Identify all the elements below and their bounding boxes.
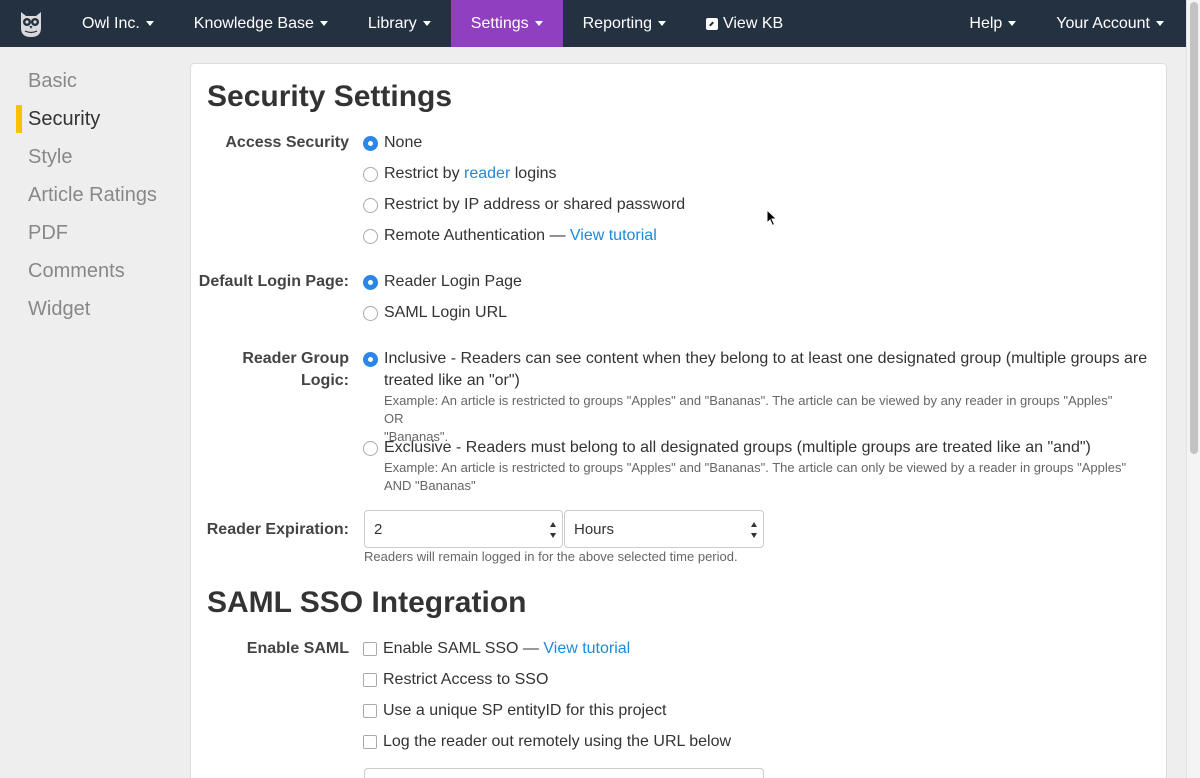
expiration-help-text: Readers will remain logged in for the ab…: [364, 549, 738, 564]
radio-icon[interactable]: [363, 229, 378, 244]
reader-link[interactable]: reader: [464, 165, 510, 182]
access-ip-option[interactable]: Restrict by IP address or shared passwor…: [363, 194, 685, 216]
nav-settings[interactable]: Settings: [450, 0, 563, 47]
caret-down-icon: [534, 21, 543, 26]
checkbox-icon[interactable]: [363, 735, 377, 749]
access-none-option[interactable]: None: [363, 132, 422, 154]
scrollbar-thumb[interactable]: [1190, 2, 1198, 454]
nav-your-account[interactable]: Your Account: [1036, 0, 1186, 47]
nav-owl-inc[interactable]: Owl Inc.: [62, 0, 174, 47]
sidebar-item-security[interactable]: Security: [0, 100, 180, 138]
radio-icon[interactable]: [363, 167, 378, 182]
saml-title: SAML SSO Integration: [207, 586, 527, 619]
enable-saml-option[interactable]: Enable SAML SSO — View tutorial: [363, 638, 630, 660]
saml-tutorial-link[interactable]: View tutorial: [543, 640, 630, 657]
expiration-unit-select[interactable]: Hours: [564, 510, 764, 548]
top-nav: Owl Inc. Knowledge Base Library Settings…: [0, 0, 1186, 47]
login-reader-option[interactable]: Reader Login Page: [363, 271, 522, 293]
nav-knowledge-base[interactable]: Knowledge Base: [174, 0, 348, 47]
checkbox-icon[interactable]: [363, 642, 377, 656]
nav-library[interactable]: Library: [348, 0, 451, 47]
owl-logo-icon[interactable]: [0, 0, 62, 47]
caret-down-icon: [1008, 21, 1017, 26]
caret-down-icon: [422, 21, 431, 26]
access-remote-option[interactable]: Remote Authentication — View tutorial: [363, 225, 657, 247]
group-exclusive-option[interactable]: Exclusive - Readers must belong to all d…: [363, 437, 1091, 459]
radio-checked-icon[interactable]: [363, 275, 378, 290]
radio-checked-icon[interactable]: [363, 136, 378, 151]
caret-down-icon: [1156, 21, 1164, 26]
access-security-label: Access Security: [225, 134, 349, 151]
external-link-icon: [705, 17, 718, 30]
sidebar-item-basic[interactable]: Basic: [0, 62, 180, 100]
unique-sp-option[interactable]: Use a unique SP entityID for this projec…: [363, 700, 666, 722]
checkbox-icon[interactable]: [363, 673, 377, 687]
mouse-cursor-icon: [766, 209, 778, 227]
access-reader-logins-option[interactable]: Restrict by reader logins: [363, 163, 557, 185]
security-settings-title: Security Settings: [207, 80, 453, 113]
nav-reporting[interactable]: Reporting: [563, 0, 686, 47]
caret-down-icon: [657, 21, 666, 26]
remote-logout-option[interactable]: Log the reader out remotely using the UR…: [363, 731, 731, 753]
select-arrows-icon: [550, 522, 557, 538]
enable-saml-label: Enable SAML: [246, 640, 349, 657]
sidebar-item-style[interactable]: Style: [0, 138, 180, 176]
radio-icon[interactable]: [363, 441, 378, 456]
sidebar-item-widget[interactable]: Widget: [0, 290, 180, 328]
caret-down-icon: [319, 21, 328, 26]
settings-sidebar: Basic Security Style Article Ratings PDF…: [0, 62, 180, 328]
exclusive-example: Example: An article is restricted to gro…: [384, 460, 1127, 493]
radio-icon[interactable]: [363, 198, 378, 213]
nav-help[interactable]: Help: [949, 0, 1036, 47]
expiration-value-select[interactable]: 2: [364, 510, 563, 548]
caret-down-icon: [145, 21, 154, 26]
group-inclusive-option[interactable]: Inclusive - Readers can see content when…: [363, 348, 1147, 392]
login-saml-option[interactable]: SAML Login URL: [363, 302, 507, 324]
page-scrollbar[interactable]: [1186, 0, 1200, 778]
group-logic-label: Reader Group Logic:: [242, 350, 349, 389]
logout-url-input[interactable]: [364, 768, 764, 778]
remote-tutorial-link[interactable]: View tutorial: [570, 227, 657, 244]
login-page-label: Default Login Page:: [198, 273, 349, 290]
sidebar-item-article-ratings[interactable]: Article Ratings: [0, 176, 180, 214]
select-arrows-icon: [751, 522, 758, 538]
sidebar-item-comments[interactable]: Comments: [0, 252, 180, 290]
radio-icon[interactable]: [363, 306, 378, 321]
sidebar-item-pdf[interactable]: PDF: [0, 214, 180, 252]
restrict-sso-option[interactable]: Restrict Access to SSO: [363, 669, 548, 691]
nav-view-kb[interactable]: View KB: [686, 0, 803, 47]
radio-checked-icon[interactable]: [363, 352, 378, 367]
expiration-label: Reader Expiration:: [206, 521, 349, 538]
checkbox-icon[interactable]: [363, 704, 377, 718]
